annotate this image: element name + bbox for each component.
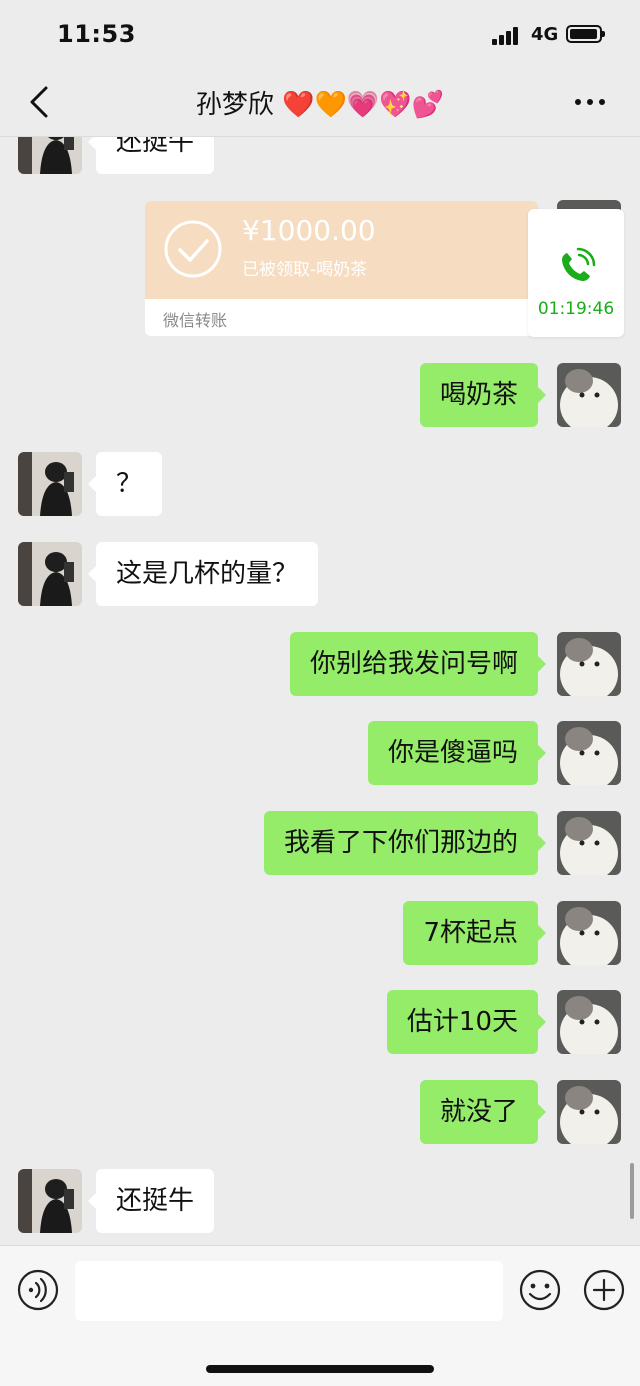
transfer-card[interactable]: ¥1000.00 已被领取-喝奶茶 微信转账 [145, 201, 538, 336]
contact-avatar[interactable] [18, 542, 82, 606]
contact-avatar[interactable] [18, 1169, 82, 1233]
emoji-icon [519, 1269, 561, 1311]
status-time: 11:53 [57, 20, 136, 48]
user-avatar[interactable] [557, 811, 621, 875]
transfer-card-top: ¥1000.00 已被领取-喝奶茶 [145, 201, 538, 299]
voice-icon [17, 1269, 59, 1311]
chat-title: 孙梦欣 ❤️🧡💗💖💕 [195, 90, 445, 120]
signal-icon [492, 27, 522, 45]
more-dots-icon [575, 99, 605, 105]
network-label: 4G [531, 24, 559, 45]
home-indicator[interactable] [206, 1365, 434, 1373]
user-avatar[interactable] [557, 721, 621, 785]
call-duration: 01:19:46 [537, 299, 615, 319]
voice-call-card[interactable]: 01:19:46 [528, 209, 624, 337]
more-button[interactable] [568, 82, 612, 122]
message-bubble-incoming[interactable]: 还挺牛 [87, 137, 215, 174]
input-bar [0, 1245, 640, 1386]
user-avatar[interactable] [557, 1080, 621, 1144]
plus-icon [583, 1269, 625, 1311]
user-avatar[interactable] [557, 632, 621, 696]
chat-header: 孙梦欣 ❤️🧡💗💖💕 [0, 70, 640, 137]
contact-avatar[interactable] [18, 452, 82, 516]
message-bubble-outgoing[interactable]: 你是傻逼吗 [367, 721, 547, 785]
contact-avatar[interactable] [18, 137, 82, 174]
message-bubble-outgoing[interactable]: 我看了下你们那边的 [263, 811, 547, 875]
message-bubble-incoming[interactable]: 还挺牛 [87, 1169, 215, 1233]
transfer-label: 微信转账 [163, 311, 228, 330]
message-bubble-outgoing[interactable]: 估计10天 [386, 990, 547, 1054]
message-bubble-outgoing[interactable]: 喝奶茶 [419, 363, 547, 427]
transfer-status: 已被领取-喝奶茶 [242, 260, 368, 280]
message-input[interactable] [75, 1261, 503, 1321]
transfer-amount: ¥1000.00 [242, 214, 376, 247]
message-bubble-outgoing[interactable]: 7杯起点 [403, 901, 546, 965]
battery-icon [566, 25, 605, 43]
emoji-button[interactable] [518, 1268, 562, 1312]
check-circle-icon [164, 220, 222, 278]
user-avatar[interactable] [557, 990, 621, 1054]
phone-icon [562, 247, 596, 281]
message-bubble-outgoing[interactable]: 就没了 [419, 1080, 547, 1144]
message-bubble-incoming[interactable]: ？ [87, 452, 163, 516]
status-bar: 11:53 4G [0, 0, 640, 70]
user-avatar[interactable] [557, 901, 621, 965]
user-avatar[interactable] [557, 363, 621, 427]
message-bubble-incoming[interactable]: 这是几杯的量？ [87, 542, 319, 606]
more-functions-button[interactable] [582, 1268, 626, 1312]
message-list[interactable]: 还挺牛 ¥1000.00 已被领取-喝奶茶 微信转账 01:19:46 喝奶茶 [0, 137, 640, 1245]
voice-button[interactable] [16, 1268, 60, 1312]
scrollbar[interactable] [630, 1163, 634, 1219]
message-bubble-outgoing[interactable]: 你别给我发问号啊 [289, 632, 547, 696]
